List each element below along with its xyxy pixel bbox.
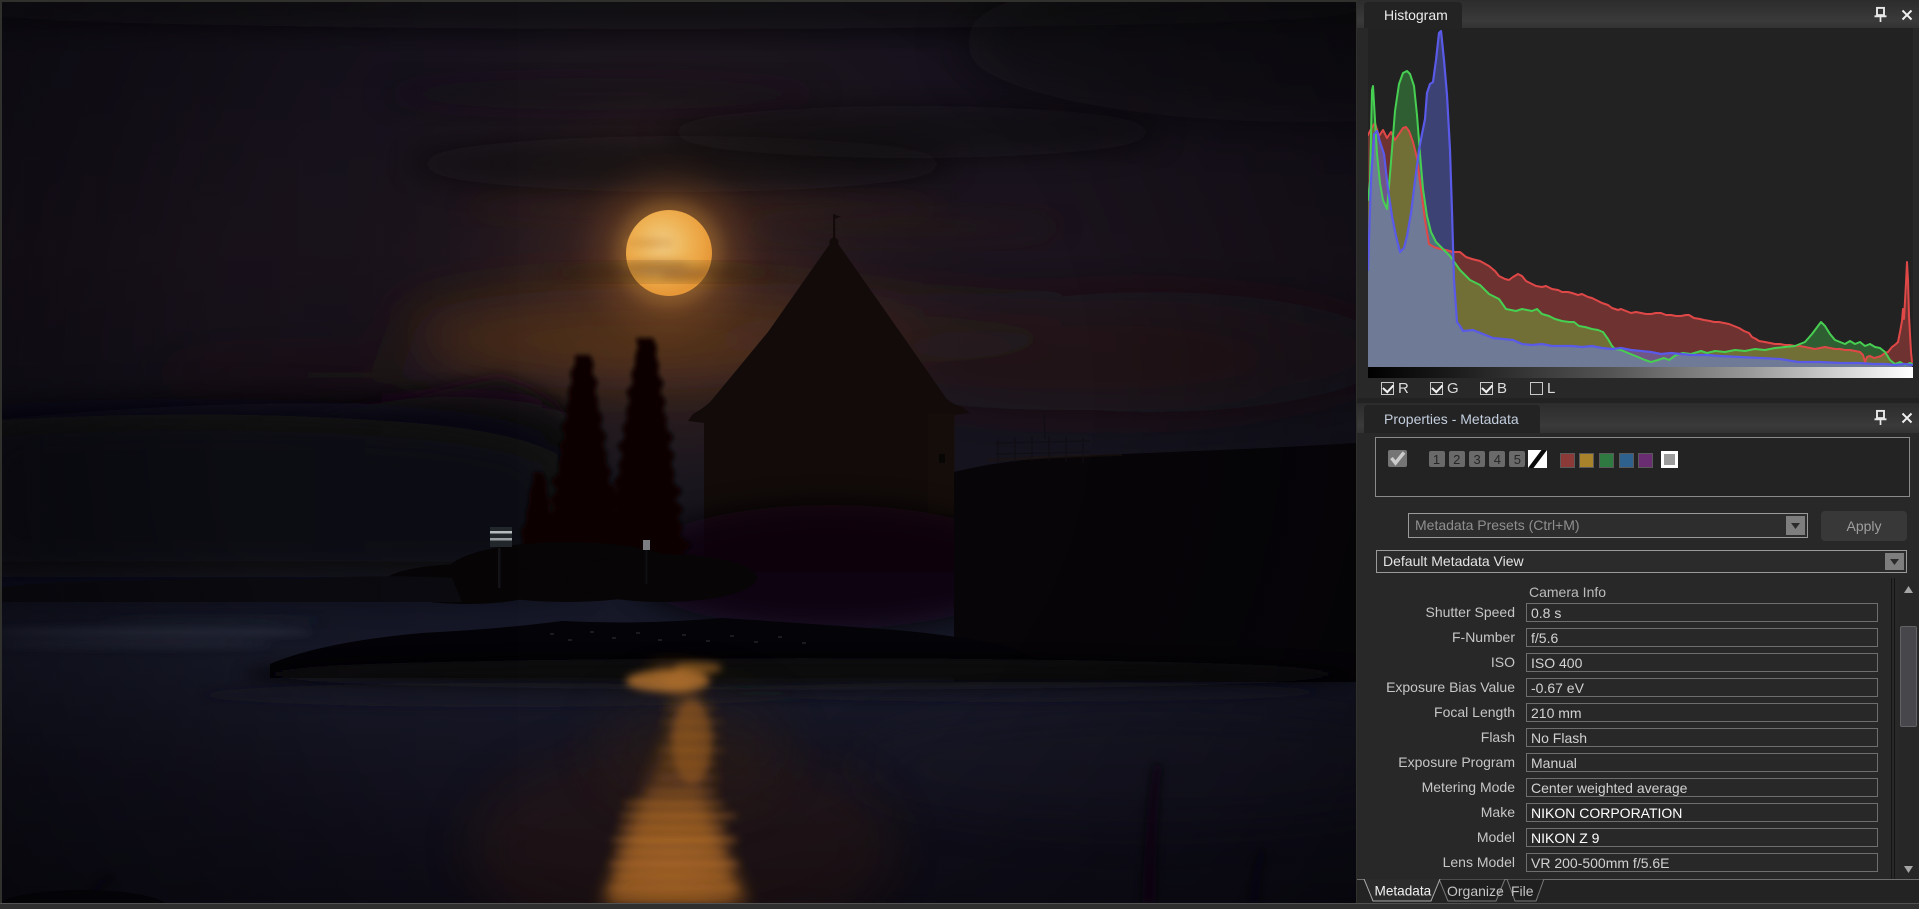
svg-text:Metadata: Metadata (1375, 884, 1432, 899)
svg-text:File: File (1511, 883, 1534, 899)
svg-text:Organize: Organize (1447, 883, 1504, 899)
